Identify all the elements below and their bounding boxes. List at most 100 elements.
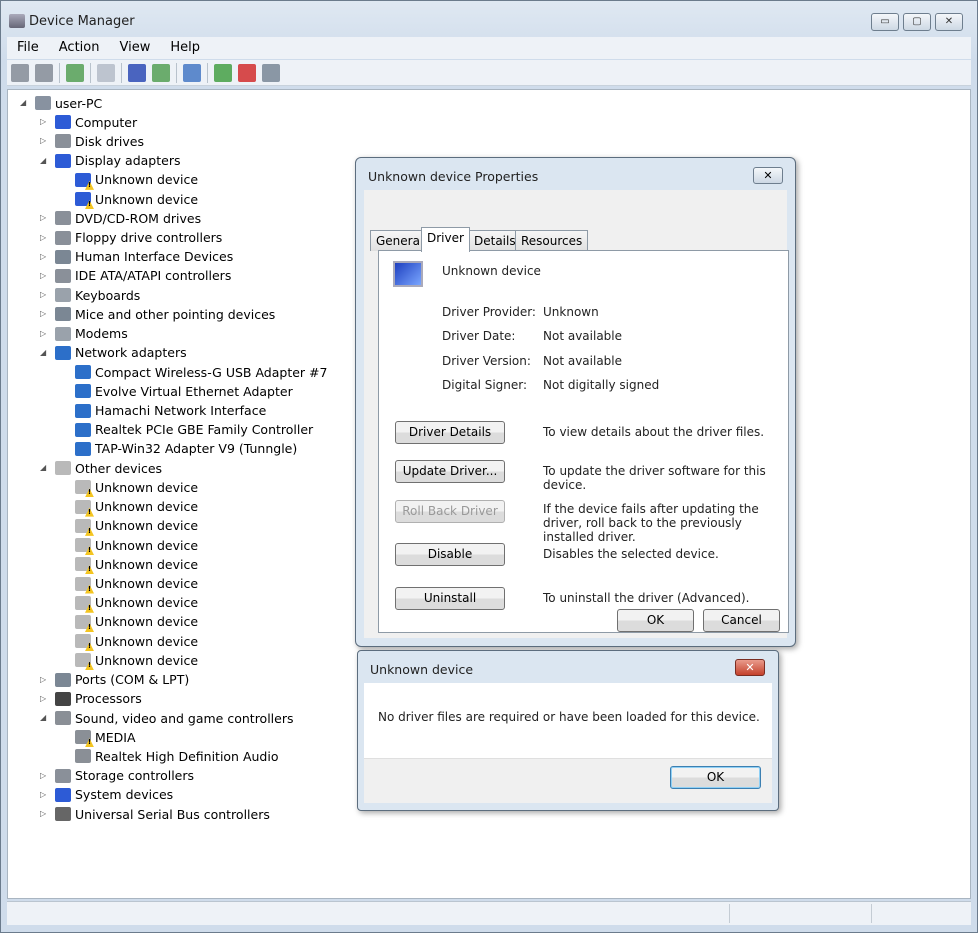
properties-close-button[interactable]: ✕ [753, 167, 783, 184]
tree-item[interactable]: TAP-Win32 Adapter V9 (Tunngle) [75, 440, 297, 458]
forward-icon[interactable] [35, 63, 53, 82]
minimize-button[interactable]: ▭ [871, 13, 899, 31]
tree-item[interactable]: Unknown device [75, 575, 198, 593]
cancel-button[interactable]: Cancel [703, 609, 780, 632]
tree-item-label: Unknown device [95, 556, 199, 572]
roll-back-driver-button[interactable]: Roll Back Driver [395, 500, 505, 523]
tree-item[interactable]: Other devices [55, 459, 162, 477]
menu-help[interactable]: Help [160, 37, 210, 59]
tree-item[interactable]: user-PC [35, 94, 102, 112]
tree-item[interactable]: Network adapters [55, 344, 187, 362]
tree-item[interactable]: Mice and other pointing devices [55, 305, 275, 323]
close-button[interactable]: ✕ [935, 13, 963, 31]
tree-item[interactable]: Evolve Virtual Ethernet Adapter [75, 382, 293, 400]
tree-item[interactable]: Unknown device [75, 190, 198, 208]
tree-item[interactable]: MEDIA [75, 728, 136, 746]
expand-arrow-icon[interactable]: ▷ [40, 694, 50, 703]
properties-dialog: Unknown device Properties ✕ General Driv… [355, 157, 796, 647]
collapse-arrow-icon[interactable]: ◢ [40, 156, 50, 165]
collapse-arrow-icon[interactable]: ◢ [40, 713, 50, 722]
expand-arrow-icon[interactable]: ▷ [40, 809, 50, 818]
update-driver-description: To update the driver software for this d… [543, 464, 766, 492]
driver-details-button[interactable]: Driver Details [395, 421, 505, 444]
unknown-icon [75, 480, 91, 495]
tree-item[interactable]: Unknown device [75, 651, 198, 669]
expand-arrow-icon[interactable]: ▷ [40, 290, 50, 299]
expand-arrow-icon[interactable]: ▷ [40, 771, 50, 780]
ok-button[interactable]: OK [617, 609, 694, 632]
tree-item[interactable]: Ports (COM & LPT) [55, 671, 189, 689]
properties-icon[interactable] [97, 63, 115, 82]
tree-item[interactable]: Disk drives [55, 132, 144, 150]
tab-resources[interactable]: Resources [515, 230, 589, 251]
tree-item[interactable]: Unknown device [75, 171, 198, 189]
scan-hardware-icon[interactable] [183, 63, 201, 82]
message-ok-button[interactable]: OK [670, 766, 761, 789]
uninstall-icon[interactable] [238, 63, 256, 82]
update-driver-button[interactable]: Update Driver... [395, 460, 505, 483]
expand-arrow-icon[interactable]: ▷ [40, 309, 50, 318]
tree-item[interactable]: Computer [55, 113, 137, 131]
tree-item[interactable]: IDE ATA/ATAPI controllers [55, 267, 231, 285]
tree-item[interactable]: Display adapters [55, 152, 180, 170]
tree-item[interactable]: Unknown device [75, 517, 198, 535]
tree-item[interactable]: Unknown device [75, 478, 198, 496]
tree-item[interactable]: DVD/CD-ROM drives [55, 209, 201, 227]
message-close-button[interactable]: ✕ [735, 659, 765, 676]
expand-arrow-icon[interactable]: ▷ [40, 136, 50, 145]
expand-arrow-icon[interactable]: ▷ [40, 271, 50, 280]
tree-item[interactable]: Unknown device [75, 613, 198, 631]
tree-item[interactable]: Modems [55, 325, 128, 343]
tree-item-label: Computer [75, 114, 138, 130]
show-hide-tree-icon[interactable] [66, 63, 84, 82]
tab-driver[interactable]: Driver [421, 227, 470, 252]
tree-item[interactable]: Sound, video and game controllers [55, 709, 294, 727]
tree-item[interactable]: Keyboards [55, 286, 140, 304]
tree-item[interactable]: Storage controllers [55, 767, 194, 785]
tree-item[interactable]: System devices [55, 786, 173, 804]
tree-item[interactable]: Unknown device [75, 594, 198, 612]
action-pane-icon[interactable] [152, 63, 170, 82]
net-icon [75, 365, 91, 380]
disable-button[interactable]: Disable [395, 543, 505, 566]
tab-details[interactable]: Details [468, 230, 522, 251]
tree-item[interactable]: Hamachi Network Interface [75, 402, 266, 420]
tree-item[interactable]: Human Interface Devices [55, 248, 233, 266]
expand-arrow-icon[interactable]: ▷ [40, 329, 50, 338]
expand-arrow-icon[interactable]: ▷ [40, 790, 50, 799]
update-driver-icon[interactable] [214, 63, 232, 82]
tree-item[interactable]: Processors [55, 690, 142, 708]
menu-file[interactable]: File [7, 37, 49, 59]
field-value: Not digitally signed [543, 377, 660, 392]
tree-item[interactable]: Unknown device [75, 536, 198, 554]
back-icon[interactable] [11, 63, 29, 82]
disable-icon[interactable] [262, 63, 280, 82]
menu-view[interactable]: View [109, 37, 160, 59]
tree-item-label: Universal Serial Bus controllers [75, 806, 270, 822]
tree-item[interactable]: Unknown device [75, 498, 198, 516]
tree-item[interactable]: Unknown device [75, 632, 198, 650]
tree-item[interactable]: Compact Wireless-G USB Adapter #7 [75, 363, 327, 381]
hid-icon [55, 249, 71, 264]
expand-arrow-icon[interactable]: ▷ [40, 675, 50, 684]
expand-arrow-icon[interactable]: ▷ [40, 117, 50, 126]
tree-item[interactable]: Realtek PCIe GBE Family Controller [75, 421, 313, 439]
collapse-arrow-icon[interactable]: ◢ [40, 348, 50, 357]
uninstall-button[interactable]: Uninstall [395, 587, 505, 610]
tree-item[interactable]: Realtek High Definition Audio [75, 747, 278, 765]
collapse-arrow-icon[interactable]: ◢ [40, 463, 50, 472]
expand-arrow-icon[interactable]: ▷ [40, 252, 50, 261]
collapse-arrow-icon[interactable]: ◢ [20, 98, 30, 107]
help-icon[interactable] [128, 63, 146, 82]
tree-item[interactable]: Unknown device [75, 555, 198, 573]
tree-item-label: Unknown device [95, 652, 199, 668]
expand-arrow-icon[interactable]: ▷ [40, 213, 50, 222]
monitor-icon [75, 172, 91, 187]
menu-action[interactable]: Action [49, 37, 110, 59]
tree-item-label: Unknown device [95, 633, 199, 649]
field-value: Not available [543, 329, 623, 344]
expand-arrow-icon[interactable]: ▷ [40, 233, 50, 242]
tree-item[interactable]: Floppy drive controllers [55, 229, 222, 247]
maximize-button[interactable]: ▢ [903, 13, 931, 31]
tree-item[interactable]: Universal Serial Bus controllers [55, 805, 270, 823]
